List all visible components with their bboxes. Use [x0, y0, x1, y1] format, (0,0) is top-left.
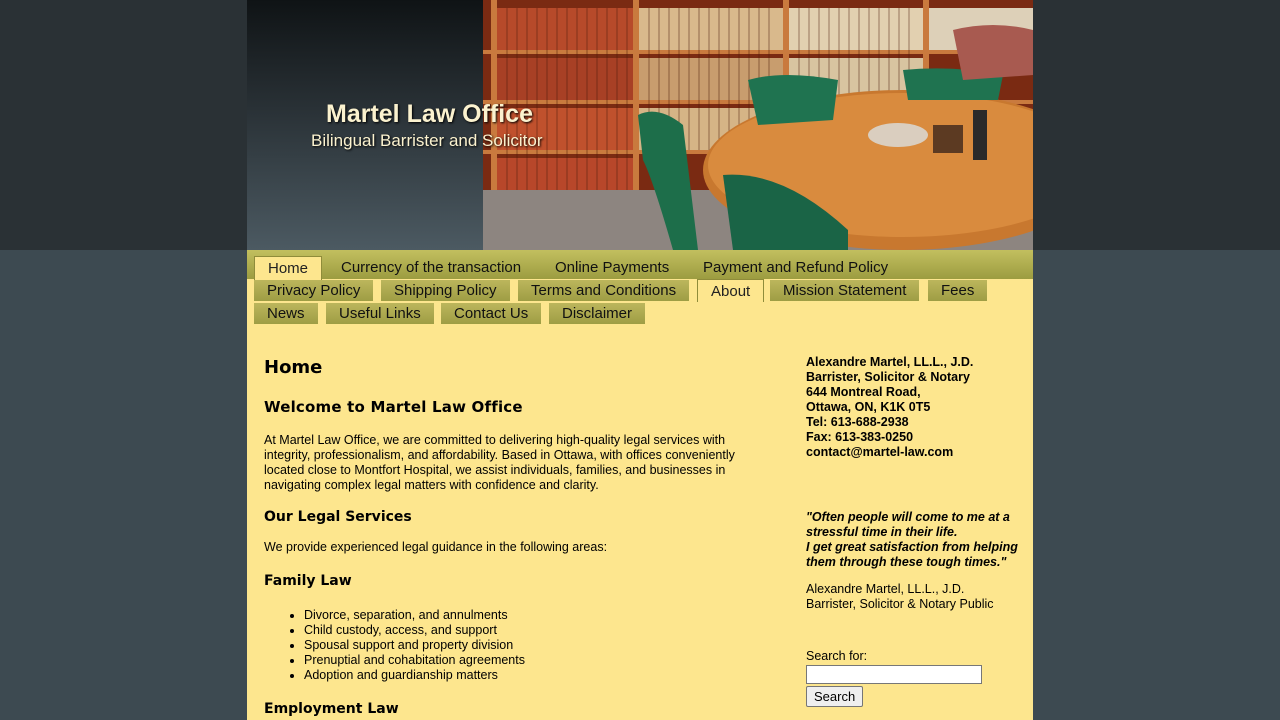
site-title: Martel Law Office	[326, 100, 533, 128]
list-item: Adoption and guardianship matters	[304, 668, 764, 683]
tab-contact-us[interactable]: Contact Us	[441, 303, 542, 324]
search-input[interactable]	[806, 665, 982, 684]
contact-phone: Tel: 613-688-2938	[806, 415, 909, 429]
services-intro: We provide experienced legal guidance in…	[264, 540, 608, 554]
page-container: Martel Law Office Bilingual Barrister an…	[247, 0, 1033, 720]
quote-signature: Alexandre Martel, LL.L., J.D. Barrister,…	[806, 582, 1021, 612]
site-header: Martel Law Office Bilingual Barrister an…	[247, 0, 1033, 250]
search-button[interactable]: Search	[806, 686, 864, 707]
signature-name: Alexandre Martel, LL.L., J.D.	[806, 582, 965, 596]
contact-address: 644 Montreal Road,	[806, 385, 921, 399]
tab-privacy-policy[interactable]: Privacy Policy	[254, 280, 374, 301]
contact-email[interactable]: contact@martel-law.com	[806, 445, 1021, 460]
tab-currency-of-the-transaction[interactable]: Currency of the transaction	[328, 257, 534, 278]
tab-online-payments[interactable]: Online Payments	[542, 257, 682, 278]
main-content: Home Welcome to Martel Law Office At Mar…	[264, 352, 764, 717]
list-item: Spousal support and property division	[304, 638, 764, 653]
contact-title: Barrister, Solicitor & Notary	[806, 370, 970, 384]
signature-title: Barrister, Solicitor & Notary Public	[806, 597, 994, 611]
tab-payment-and-refund-policy[interactable]: Payment and Refund Policy	[690, 257, 901, 278]
sidebar: Alexandre Martel, LL.L., J.D. Barrister,…	[806, 355, 1021, 707]
tab-news[interactable]: News	[254, 303, 318, 324]
tab-fees[interactable]: Fees	[928, 280, 988, 301]
contact-city: Ottawa, ON, K1K 0T5	[806, 400, 931, 414]
quote-line: "Often people will come to me at a stres…	[806, 510, 1010, 539]
tab-mission-statement[interactable]: Mission Statement	[770, 280, 920, 301]
quote-line: I get great satisfaction from helping th…	[806, 540, 1018, 569]
intro-paragraph: At Martel Law Office, we are committed t…	[264, 433, 735, 492]
employment-law-heading: Employment Law	[264, 701, 399, 717]
list-item: Child custody, access, and support	[304, 623, 764, 638]
contact-name: Alexandre Martel, LL.L., J.D.	[806, 355, 974, 369]
tab-useful-links[interactable]: Useful Links	[326, 303, 434, 324]
list-item: Prenuptial and cohabitation agreements	[304, 653, 764, 668]
page-title: Home	[264, 357, 323, 378]
tab-terms-and-conditions[interactable]: Terms and Conditions	[518, 280, 690, 301]
contact-block: Alexandre Martel, LL.L., J.D. Barrister,…	[806, 355, 1021, 460]
family-law-heading: Family Law	[264, 573, 352, 589]
services-heading: Our Legal Services	[264, 509, 412, 525]
tab-shipping-policy[interactable]: Shipping Policy	[381, 280, 510, 301]
family-law-list: Divorce, separation, and annulments Chil…	[264, 608, 764, 683]
search-label: Search for:	[806, 649, 868, 663]
site-subtitle: Bilingual Barrister and Solicitor	[311, 131, 543, 150]
testimonial-quote: "Often people will come to me at a stres…	[806, 510, 1021, 570]
welcome-heading: Welcome to Martel Law Office	[264, 398, 523, 416]
contact-fax: Fax: 613-383-0250	[806, 430, 914, 444]
tab-disclaimer[interactable]: Disclaimer	[549, 303, 646, 324]
tab-home[interactable]: Home	[254, 256, 323, 280]
list-item: Divorce, separation, and annulments	[304, 608, 764, 623]
tab-about[interactable]: About	[697, 279, 765, 302]
